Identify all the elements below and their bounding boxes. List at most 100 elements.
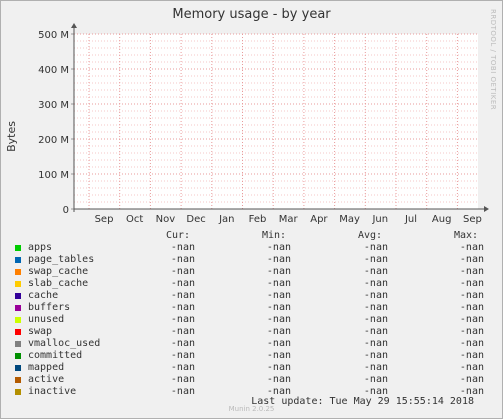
legend-value-avg: -nan: [363, 326, 388, 337]
legend-value-max: -nan: [459, 254, 484, 265]
legend-label: apps: [28, 242, 53, 253]
x-tick-label: Dec: [186, 214, 205, 225]
legend-value-cur: -nan: [170, 386, 195, 397]
legend-label: inactive: [28, 386, 77, 397]
legend-value-min: -nan: [266, 362, 291, 373]
legend-value-cur: -nan: [170, 278, 195, 289]
x-tick-label: Jan: [218, 214, 234, 225]
x-tick-label: Jul: [404, 214, 417, 225]
legend-value-min: -nan: [266, 242, 291, 253]
legend-header-avg: Avg:: [358, 230, 383, 241]
chart-area: 0 100 M 200 M 300 M 400 M 500 M Sep Oct Nov Dec Ja…: [38, 23, 489, 225]
legend-value-avg: -nan: [363, 302, 388, 313]
legend-label: vmalloc_used: [28, 338, 101, 349]
y-axis-arrow: [71, 23, 77, 28]
legend-header-cur: Cur:: [166, 230, 191, 241]
legend-swatch: [15, 341, 21, 347]
y-tick-label: 500 M: [38, 30, 69, 41]
legend-header-max: Max:: [454, 230, 479, 241]
legend-swatch: [15, 317, 21, 323]
last-update: Last update: Tue May 29 15:55:14 2018: [251, 396, 474, 407]
legend-value-cur: -nan: [170, 266, 195, 277]
legend-value-cur: -nan: [170, 338, 195, 349]
legend-label: buffers: [28, 302, 71, 313]
legend-swatch: [15, 365, 21, 371]
legend-swatch: [15, 281, 21, 287]
legend-value-min: -nan: [266, 338, 291, 349]
legend-value-avg: -nan: [363, 338, 388, 349]
legend-label: mapped: [28, 362, 65, 373]
legend-value-max: -nan: [459, 314, 484, 325]
x-tick-label: Oct: [126, 214, 143, 225]
y-tick-label: 100 M: [38, 170, 69, 181]
x-tick-label: Jun: [371, 214, 388, 225]
legend-swatch: [15, 389, 21, 395]
legend-value-min: -nan: [266, 254, 291, 265]
legend-value-avg: -nan: [363, 254, 388, 265]
legend-swatch: [15, 353, 21, 359]
legend-value-max: -nan: [459, 242, 484, 253]
legend-value-cur: -nan: [170, 314, 195, 325]
legend-label: page_tables: [28, 254, 95, 265]
legend-label: committed: [28, 350, 83, 361]
legend-value-cur: -nan: [170, 302, 195, 313]
x-tick-label: Feb: [249, 214, 267, 225]
legend-value-cur: -nan: [170, 362, 195, 373]
legend-label: unused: [28, 314, 65, 325]
legend-swatch: [15, 377, 21, 383]
legend-swatch: [15, 269, 21, 275]
x-tick-label: Sep: [463, 214, 482, 225]
legend-value-max: -nan: [459, 290, 484, 301]
legend-value-avg: -nan: [363, 374, 388, 385]
x-tick-label: Aug: [432, 214, 452, 225]
legend-value-max: -nan: [459, 338, 484, 349]
legend-value-cur: -nan: [170, 254, 195, 265]
x-axis-arrow: [484, 206, 489, 212]
legend-value-avg: -nan: [363, 362, 388, 373]
graph-frame: Memory usage - by year RRDTOOL / TOBI OE…: [0, 0, 503, 419]
legend-label: swap_cache: [28, 266, 89, 277]
legend-swatch: [15, 245, 21, 251]
legend-value-max: -nan: [459, 374, 484, 385]
legend-value-cur: -nan: [170, 242, 195, 253]
legend-value-avg: -nan: [363, 314, 388, 325]
legend-value-avg: -nan: [363, 278, 388, 289]
legend-value-max: -nan: [459, 362, 484, 373]
legend-swatch: [15, 293, 21, 299]
legend-value-min: -nan: [266, 278, 291, 289]
legend-label: active: [28, 374, 65, 385]
legend-value-max: -nan: [459, 278, 484, 289]
legend-value-cur: -nan: [170, 290, 195, 301]
legend-value-cur: -nan: [170, 374, 195, 385]
legend-value-cur: -nan: [170, 326, 195, 337]
legend-value-min: -nan: [266, 302, 291, 313]
legend-value-min: -nan: [266, 290, 291, 301]
legend-value-avg: -nan: [363, 266, 388, 277]
x-tick-label: Sep: [95, 214, 114, 225]
x-tick-label: Mar: [279, 214, 299, 225]
y-tick-label: 300 M: [38, 100, 69, 111]
legend-label: cache: [28, 290, 59, 301]
legend-swatch: [15, 305, 21, 311]
legend-value-min: -nan: [266, 374, 291, 385]
legend-swatch: [15, 257, 21, 263]
y-tick-label: 200 M: [38, 135, 69, 146]
legend-value-min: -nan: [266, 350, 291, 361]
legend-value-min: -nan: [266, 266, 291, 277]
legend-value-max: -nan: [459, 302, 484, 313]
x-tick-label: May: [339, 214, 360, 225]
y-tick-label: 0: [63, 205, 69, 216]
legend-header-min: Min:: [262, 230, 287, 241]
legend-value-min: -nan: [266, 326, 291, 337]
y-tick-label: 400 M: [38, 65, 69, 76]
legend-value-max: -nan: [459, 266, 484, 277]
plot-background: [74, 34, 478, 209]
legend-swatch: [15, 329, 21, 335]
x-tick-label: Nov: [156, 214, 176, 225]
legend-value-cur: -nan: [170, 350, 195, 361]
legend-value-min: -nan: [266, 314, 291, 325]
legend-value-max: -nan: [459, 350, 484, 361]
legend-value-avg: -nan: [363, 242, 388, 253]
legend-value-max: -nan: [459, 326, 484, 337]
legend-label: swap: [28, 326, 53, 337]
